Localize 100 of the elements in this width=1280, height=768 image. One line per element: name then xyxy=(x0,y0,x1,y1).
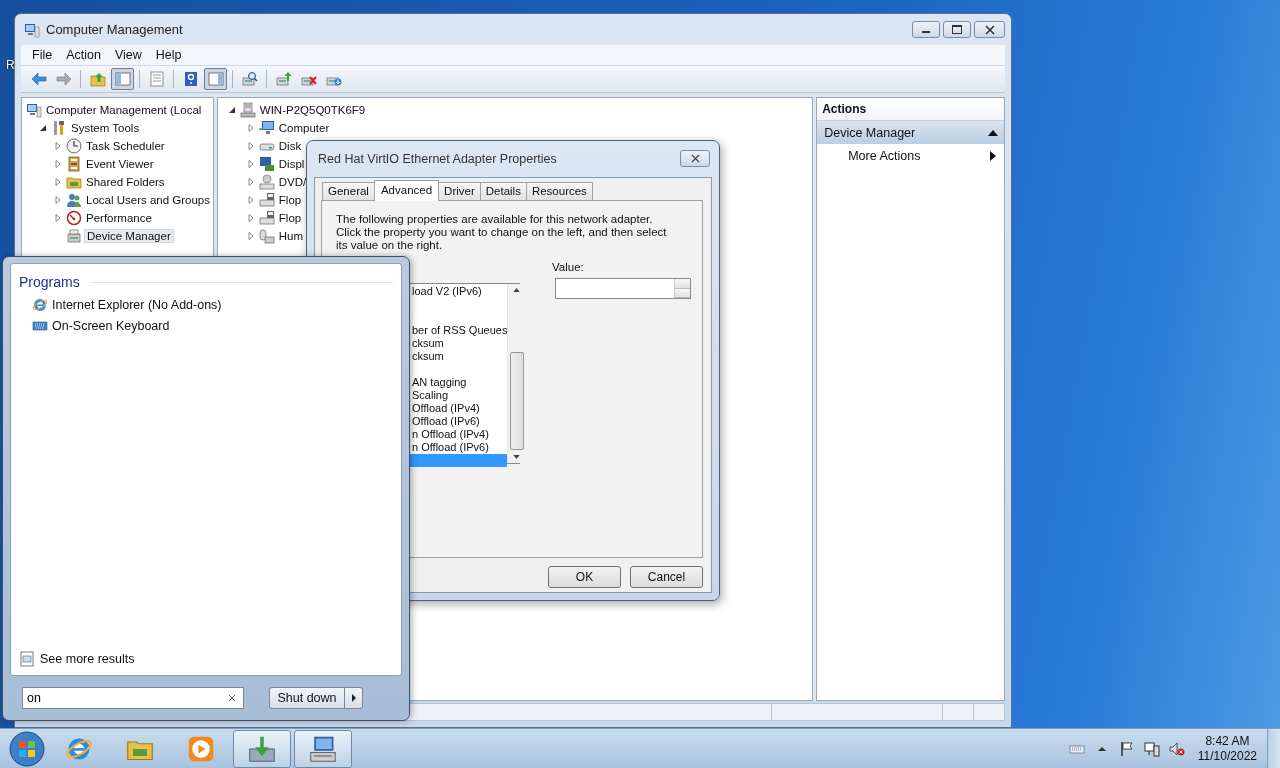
scan-hardware-icon xyxy=(241,71,258,87)
close-icon xyxy=(984,24,995,35)
action-section[interactable]: Device Manager xyxy=(817,121,1004,144)
list-item[interactable]: cksum xyxy=(409,350,508,363)
show-action-pane-icon xyxy=(207,71,224,87)
taskbar-window-button[interactable] xyxy=(294,729,352,768)
list-item[interactable]: Scaling xyxy=(409,389,508,402)
clock-icon xyxy=(66,138,82,154)
minimize-button[interactable] xyxy=(912,21,940,38)
tree-item[interactable]: Flop xyxy=(276,211,304,225)
media-player-icon xyxy=(187,734,215,763)
close-button[interactable] xyxy=(974,21,1005,38)
monitor-icon xyxy=(258,120,275,136)
tree-item[interactable]: WIN-P2Q5Q0TK6F9 xyxy=(257,103,368,117)
tree-item[interactable]: DVD/ xyxy=(276,175,309,189)
tree-item[interactable]: Hum xyxy=(276,229,306,243)
scroll-down-icon[interactable] xyxy=(512,455,520,459)
up-level-icon xyxy=(89,71,106,87)
tab[interactable]: Driver xyxy=(438,182,481,200)
tree-item[interactable]: Device Manager xyxy=(84,229,174,243)
list-item[interactable]: AN tagging xyxy=(409,376,508,389)
menu-item[interactable]: Help xyxy=(148,46,189,64)
see-more-results-link[interactable]: See more results xyxy=(40,652,135,666)
update-driver-icon xyxy=(275,71,292,87)
list-item[interactable]: load V2 (IPv6) xyxy=(409,285,508,298)
tree-item[interactable]: System Tools xyxy=(69,121,142,135)
close-icon xyxy=(690,153,700,163)
network-computer-icon xyxy=(239,102,256,118)
list-item[interactable]: Offload (IPv4) xyxy=(409,402,508,415)
tree-item[interactable]: Performance xyxy=(84,211,154,225)
floppy-drive-icon xyxy=(258,192,275,208)
maximize-button[interactable] xyxy=(943,21,971,38)
collapse-icon[interactable] xyxy=(988,129,998,136)
list-item[interactable]: cksum xyxy=(409,337,508,350)
shut-down-button[interactable]: Shut down xyxy=(269,687,345,709)
caret-icon xyxy=(351,694,356,702)
tree-item[interactable]: Task Scheduler xyxy=(84,139,167,153)
menu-item[interactable]: Action xyxy=(59,46,108,64)
list-item[interactable]: n Offload (IPv4) xyxy=(409,428,508,441)
submenu-arrow-icon xyxy=(990,150,996,161)
shut-down-options-button[interactable] xyxy=(345,687,363,709)
network-icon[interactable] xyxy=(1143,740,1160,757)
users-icon xyxy=(66,192,82,208)
tree-item[interactable]: Computer Management (Local xyxy=(44,103,204,117)
clear-icon[interactable] xyxy=(228,694,236,702)
show-tree-button[interactable] xyxy=(111,68,134,90)
search-results-icon xyxy=(19,651,35,667)
tree-item[interactable]: Event Viewer xyxy=(84,157,156,171)
log-book-icon xyxy=(66,156,82,172)
show-tree-icon xyxy=(114,71,131,87)
tree-item[interactable]: Disk xyxy=(276,139,304,153)
tree-item[interactable]: Local Users and Groups xyxy=(84,193,212,207)
back-icon xyxy=(30,71,47,87)
list-item[interactable]: Offload (IPv6) xyxy=(409,415,508,428)
search-field[interactable]: on xyxy=(22,687,244,709)
show-action-pane-button[interactable] xyxy=(204,68,227,90)
show-desktop-button[interactable] xyxy=(1267,729,1280,768)
computer-management-icon xyxy=(309,734,337,763)
scrollbar[interactable] xyxy=(507,284,525,463)
tree-item[interactable]: Shared Folders xyxy=(84,175,167,189)
menu-item[interactable]: View xyxy=(107,46,149,64)
action-item[interactable]: More Actions xyxy=(817,144,1004,167)
dialog-title: Red Hat VirtIO Ethernet Adapter Properties xyxy=(318,152,557,166)
tab[interactable]: Advanced xyxy=(373,180,440,201)
floppy-drive-icon xyxy=(258,210,275,226)
tree-item[interactable]: Displ xyxy=(276,157,307,171)
tab[interactable]: General xyxy=(322,182,375,200)
help-icon xyxy=(182,71,199,87)
description-text: The following properties are available for this network adapter. Click the property you want to change on the left, and then select its value on the right. xyxy=(336,213,668,252)
install-arrow-icon xyxy=(248,734,276,763)
dialog-button[interactable]: Cancel xyxy=(630,566,703,588)
close-button[interactable] xyxy=(680,149,710,167)
tab[interactable]: Resources xyxy=(525,182,593,200)
program-item[interactable]: Internet Explorer (No Add-ons) xyxy=(19,294,393,315)
program-item[interactable]: On-Screen Keyboard xyxy=(19,315,393,336)
desktop-icon-label[interactable]: R xyxy=(6,58,15,72)
taskbar-window-button[interactable] xyxy=(233,729,291,768)
section-heading: Programs xyxy=(19,274,80,290)
value-label: Value: xyxy=(552,261,585,273)
optical-drive-icon xyxy=(258,174,275,190)
speaker-muted-icon[interactable] xyxy=(1168,740,1185,757)
list-item[interactable]: n Offload (IPv6) xyxy=(409,441,508,454)
tree-item[interactable]: Computer xyxy=(276,121,332,135)
input-device-icon xyxy=(258,228,275,244)
start-button[interactable] xyxy=(7,728,47,768)
scroll-up-icon[interactable] xyxy=(512,288,520,292)
tab[interactable]: Details xyxy=(479,182,527,200)
window-title: Computer Management xyxy=(46,22,183,37)
clock-time[interactable]: 8:42 AM xyxy=(1205,733,1250,749)
properties-icon xyxy=(148,71,165,87)
tree-item[interactable]: Flop xyxy=(276,193,304,207)
dialog-button[interactable]: OK xyxy=(548,566,621,588)
computer-icon xyxy=(26,102,42,118)
clock-date[interactable]: 11/10/2022 xyxy=(1197,748,1257,764)
menu-item[interactable]: File xyxy=(21,46,60,64)
flag-icon[interactable] xyxy=(1118,740,1135,757)
list-item[interactable]: ber of RSS Queues xyxy=(409,324,508,337)
device-manager-icon xyxy=(66,228,82,244)
computer-icon xyxy=(24,21,40,38)
gauge-icon xyxy=(66,210,82,226)
